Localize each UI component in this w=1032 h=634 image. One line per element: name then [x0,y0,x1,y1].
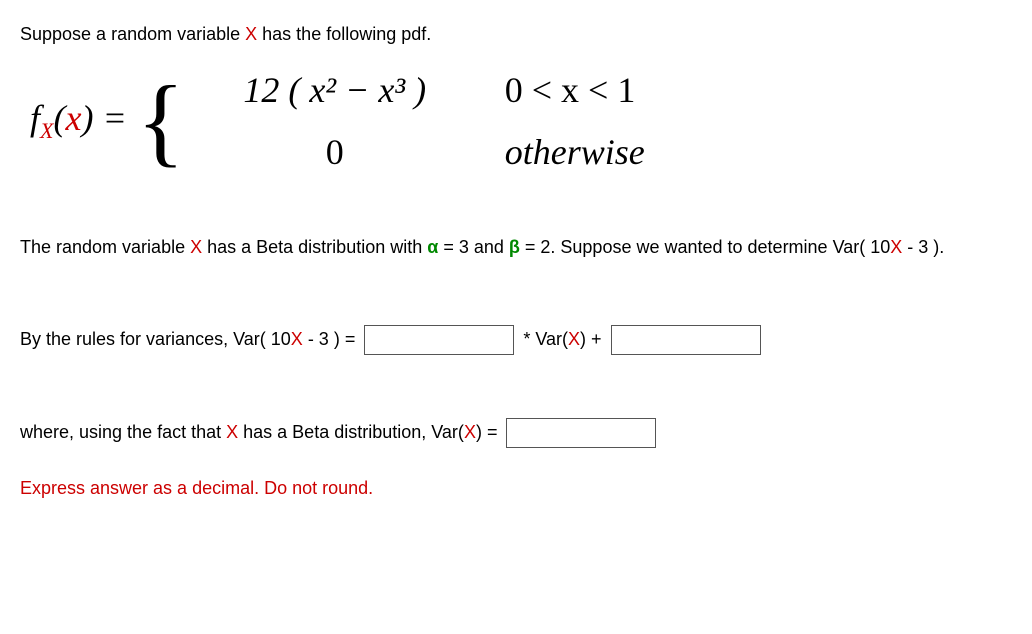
case2-expression: 0 [195,131,475,173]
line4-x2: X [464,422,476,442]
fx-subscript: X [40,118,53,143]
para2-p5: - 3 ). [902,237,944,257]
para2-x2: X [890,237,902,257]
fx-x: x [65,98,81,138]
para2-p1: The random variable [20,237,190,257]
instruction-line: Express answer as a decimal. Do not roun… [20,474,1012,503]
line3-p4: ) + [580,329,607,349]
fx-label: fX(x) = [30,97,127,144]
line4-p2: has a Beta distribution, Var( [238,422,464,442]
coefficient-input[interactable] [364,325,514,355]
fx-open: ( [53,98,65,138]
line3-p1: By the rules for variances, Var( 10 [20,329,291,349]
pdf-equation: fX(x) = { 12 ( x² − x³ ) 0 < x < 1 0 oth… [30,69,1012,173]
para2-x1: X [190,237,202,257]
case-row-1: 12 ( x² − x³ ) 0 < x < 1 [195,69,645,111]
variance-rule-line: By the rules for variances, Var( 10X - 3… [20,325,1012,355]
x-variable: X [245,24,257,44]
fx-close: ) = [81,98,126,138]
beta-variance-line: where, using the fact that X has a Beta … [20,418,1012,448]
line3-x1: X [291,329,303,349]
alpha-symbol: α [427,237,438,257]
constant-input[interactable] [611,325,761,355]
line3-x2: X [568,329,580,349]
intro-line: Suppose a random variable X has the foll… [20,20,1012,49]
case1-expression: 12 ( x² − x³ ) [195,69,475,111]
line3-p3: * Var( [518,329,568,349]
para2-p4: = 2. Suppose we wanted to determine Var(… [520,237,890,257]
beta-symbol: β [509,237,520,257]
para2-p3: = 3 and [438,237,509,257]
intro-text-1: Suppose a random variable [20,24,245,44]
line3-p2: - 3 ) = [303,329,361,349]
variance-input[interactable] [506,418,656,448]
case-row-2: 0 otherwise [195,131,645,173]
cases: 12 ( x² − x³ ) 0 < x < 1 0 otherwise [195,69,645,173]
line4-p1: where, using the fact that [20,422,226,442]
case1-condition: 0 < x < 1 [505,69,636,111]
beta-description: The random variable X has a Beta distrib… [20,233,1012,262]
line4-p3: ) = [476,422,503,442]
intro-text-2: has the following pdf. [257,24,431,44]
fx-f: f [30,98,40,138]
case2-condition: otherwise [505,131,645,173]
para2-p2: has a Beta distribution with [202,237,427,257]
line4-x1: X [226,422,238,442]
